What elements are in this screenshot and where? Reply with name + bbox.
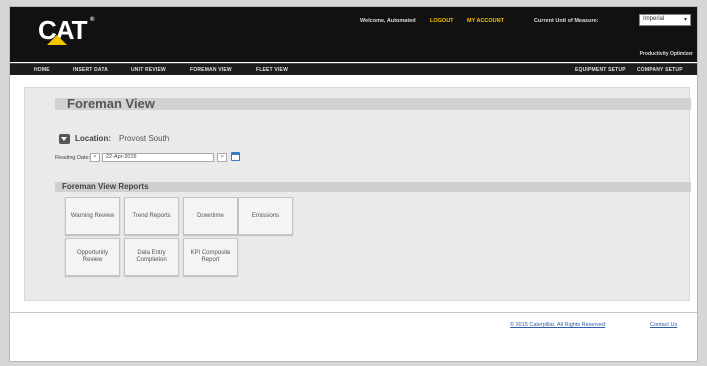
warning-review-button[interactable]: Warning Review — [65, 197, 120, 235]
header: CAT ® Welcome, Automated LOGOUT MY ACCOU… — [10, 7, 697, 62]
cat-logo[interactable]: CAT ® — [38, 15, 95, 46]
reading-date-label: Reading Date: — [55, 155, 91, 161]
kpi-composite-report-button[interactable]: KPI Composite Report — [183, 238, 238, 276]
data-entry-completion-button[interactable]: Data Entry Completion — [124, 238, 179, 276]
unit-of-measure-label: Current Unit of Measure: — [534, 18, 599, 24]
downtime-button[interactable]: Downtime — [183, 197, 238, 235]
main-content: Foreman View Location: Provost South Rea… — [24, 87, 691, 301]
product-name: Productivity Optimizer — [639, 51, 693, 57]
chevron-down-icon — [61, 137, 67, 141]
trend-reports-button[interactable]: Trend Reports — [124, 197, 179, 235]
chevron-down-icon: ▾ — [683, 17, 687, 23]
nav-insert-data[interactable]: INSERT DATA — [73, 67, 108, 73]
logo-registered-mark: ® — [90, 17, 95, 23]
reports-section-bar — [55, 182, 691, 192]
location-label: Location: — [75, 134, 111, 143]
unit-of-measure-select[interactable]: Imperial ▾ — [639, 14, 691, 26]
date-previous-button[interactable]: < — [90, 153, 100, 162]
location-toggle-button[interactable] — [59, 134, 70, 144]
nav-company-setup[interactable]: COMPANY SETUP — [637, 67, 683, 73]
nav-equipment-setup[interactable]: EQUIPMENT SETUP — [575, 67, 626, 73]
main-nav: HOME INSERT DATA UNIT REVIEW FOREMAN VIE… — [10, 63, 697, 75]
nav-home[interactable]: HOME — [34, 67, 50, 73]
calendar-icon[interactable] — [231, 152, 240, 161]
emissions-button[interactable]: Emissions — [238, 197, 293, 235]
copyright-link[interactable]: © 2015 Caterpillar. All Rights Reserved — [510, 322, 605, 328]
location-value: Provost South — [119, 134, 170, 143]
welcome-text: Welcome, Automated — [360, 18, 416, 24]
logout-link[interactable]: LOGOUT — [430, 18, 454, 24]
reading-date-input[interactable]: 22-Apr-2015 — [102, 153, 214, 162]
date-next-button[interactable]: > — [217, 153, 227, 162]
opportunity-review-button[interactable]: Opportunity Review — [65, 238, 120, 276]
page-title: Foreman View — [67, 96, 155, 111]
logo-triangle-icon — [47, 35, 67, 45]
reports-section-title: Foreman View Reports — [62, 182, 149, 191]
nav-unit-review[interactable]: UNIT REVIEW — [131, 67, 166, 73]
footer-divider — [10, 312, 697, 313]
contact-us-link[interactable]: Contact Us — [650, 322, 677, 328]
nav-fleet-view[interactable]: FLEET VIEW — [256, 67, 288, 73]
unit-of-measure-value: Imperial — [643, 16, 665, 22]
nav-foreman-view[interactable]: FOREMAN VIEW — [190, 67, 232, 73]
app-window: CAT ® Welcome, Automated LOGOUT MY ACCOU… — [9, 6, 698, 362]
my-account-link[interactable]: MY ACCOUNT — [467, 18, 504, 24]
